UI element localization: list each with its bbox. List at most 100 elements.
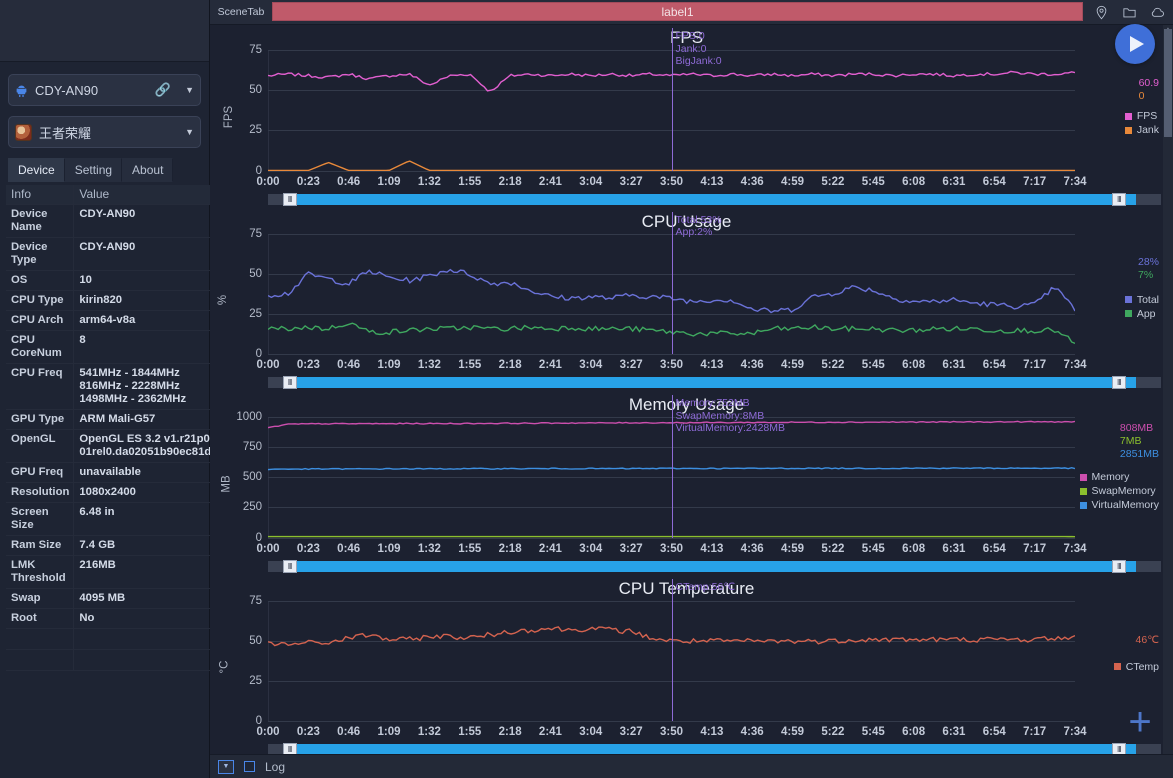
scene-label-bar[interactable]: label1 (272, 2, 1083, 21)
x-tick-label: 5:45 (861, 542, 885, 555)
time-slider-right-handle[interactable]: III (1111, 192, 1126, 206)
x-tick-label: 1:09 (377, 175, 401, 188)
sidebar-header (0, 0, 209, 62)
x-tick-label: 4:59 (781, 359, 805, 371)
x-tick-label: 4:59 (781, 175, 805, 188)
time-slider-left-handle[interactable]: III (282, 559, 297, 573)
x-tick-label: 1:32 (417, 359, 441, 371)
x-tick-label: 0:23 (296, 726, 320, 738)
info-key: OpenGL (6, 429, 75, 463)
time-slider[interactable]: III III (268, 192, 1161, 206)
add-button[interactable]: + (1123, 702, 1157, 742)
legend-swatch (1079, 473, 1087, 481)
android-icon (16, 85, 27, 97)
location-pin-icon[interactable] (1094, 5, 1109, 20)
x-tick-label: 5:22 (821, 542, 845, 555)
tab-about[interactable]: About (122, 158, 174, 182)
cursor-readout: FPS:0 Jank:0 BigJank:0 (676, 30, 722, 68)
info-key: CPU Type (6, 290, 75, 311)
time-slider-range[interactable] (296, 377, 1136, 388)
x-tick-label: 0:23 (296, 359, 320, 371)
time-slider-right-handle[interactable]: III (1111, 559, 1126, 573)
tab-setting[interactable]: Setting (64, 158, 123, 182)
plot-area: 0 250 500 750 1000 0:00 0:23 0:46 1:09 1:32 1:55 2:… (236, 395, 1087, 555)
tab-device[interactable]: Device (8, 158, 65, 182)
x-tick-label: 5:45 (861, 175, 885, 188)
x-tick-label: 4:13 (700, 359, 724, 371)
app-selector[interactable]: 王者荣耀 ▼ (8, 116, 201, 148)
play-button[interactable] (1115, 24, 1155, 64)
cursor-annotation: CTemp:56℃ (675, 580, 736, 593)
time-slider-range[interactable] (296, 193, 1136, 205)
current-value: 60.9 (1138, 77, 1159, 89)
x-tick-label: 6:54 (982, 175, 1006, 188)
x-tick-label: 6:54 (982, 359, 1006, 371)
current-values: 28% 7% (1138, 256, 1159, 282)
x-tick-label: 2:18 (498, 175, 522, 188)
cursor-readout: Total:53% App:2% (676, 214, 722, 239)
legend-label: Jank (1136, 124, 1159, 136)
legend-item[interactable]: CTemp (1113, 660, 1159, 674)
x-tick-label: 3:50 (659, 359, 684, 371)
legend-item[interactable]: VirtualMemory (1079, 498, 1159, 512)
x-tick-label: 4:13 (700, 175, 724, 188)
x-tick-label: 2:41 (538, 726, 562, 738)
cloud-icon[interactable] (1150, 5, 1165, 20)
cursor-line[interactable] (671, 578, 673, 721)
plot-area: 0 25 50 75 0:00 0:23 0:46 1:09 1:32 1:55 2:18 2:41 3… (249, 211, 1087, 371)
game-icon (15, 123, 32, 141)
x-tick-label: 3:04 (579, 726, 603, 738)
log-checkbox[interactable] (244, 761, 255, 772)
folder-icon[interactable] (1122, 5, 1137, 20)
cursor-line[interactable] (671, 211, 673, 354)
app-selector-label: 王者荣耀 (39, 125, 92, 141)
info-key: CPU Arch (6, 310, 75, 331)
cursor-readout: CTemp:56℃ (676, 581, 736, 594)
x-tick-label: 3:04 (579, 175, 603, 188)
gridline (268, 537, 1075, 539)
x-tick-label: 0:23 (296, 542, 320, 555)
vertical-scrollbar[interactable]: ▲ (1163, 25, 1173, 754)
chevron-down-icon[interactable]: ▼ (185, 127, 194, 137)
current-value: 2851MB (1119, 448, 1159, 460)
y-tick-label: 50 (249, 634, 262, 647)
legend-item[interactable]: FPS (1124, 109, 1159, 123)
legend-item[interactable]: Jank (1124, 123, 1159, 137)
time-slider-right-handle[interactable]: III (1111, 376, 1126, 389)
x-tick-label: 6:08 (902, 542, 926, 555)
chart-legend: Total App (1124, 293, 1159, 321)
x-tick-label: 2:18 (498, 359, 522, 371)
x-tick-label: 7:34 (1063, 726, 1087, 738)
x-tick-label: 4:13 (700, 726, 724, 738)
scene-tab-label: SceneTab (210, 0, 272, 24)
x-tick-label: 1:09 (377, 542, 401, 555)
main-panel: SceneTab label1 FPS FPS 0 25 50 75 0:00 0:23 0:4… (210, 0, 1173, 778)
time-slider[interactable]: III III (268, 376, 1161, 389)
legend-item[interactable]: Memory (1079, 470, 1160, 484)
link-icon[interactable]: 🔗 (155, 82, 171, 98)
legend-item[interactable]: Total (1124, 293, 1159, 307)
x-tick-label: 1:55 (458, 726, 482, 738)
time-slider-left-handle[interactable]: III (282, 376, 297, 389)
x-tick-label: 0:46 (337, 359, 361, 371)
chart-fps: FPS FPS 0 25 50 75 0:00 0:23 0:46 1:09 1:32 1:55 2:1… (210, 25, 1163, 209)
legend-item[interactable]: SwapMemory (1079, 484, 1160, 498)
cursor-line[interactable] (671, 395, 673, 538)
legend-label: FPS (1136, 110, 1158, 122)
bottom-bar: ▼ Log (210, 754, 1173, 778)
y-tick-label: 75 (249, 594, 262, 607)
log-dropdown-button[interactable]: ▼ (218, 759, 234, 774)
legend-item[interactable]: App (1124, 307, 1159, 321)
time-slider-range[interactable] (296, 560, 1136, 572)
time-slider[interactable]: III III (268, 559, 1161, 573)
time-slider-left-handle[interactable]: III (282, 192, 297, 206)
cursor-line[interactable] (671, 28, 673, 171)
device-selector[interactable]: CDY-AN90 🔗 ▼ (8, 74, 201, 106)
scrollbar-thumb[interactable] (1164, 29, 1172, 137)
chart-cpu-temperature: CPU Temperature °C 0 25 50 75 0:00 0:23 0:46 1:09… (210, 576, 1163, 760)
chevron-down-icon[interactable]: ▼ (185, 85, 194, 95)
col-info: Info (6, 185, 75, 205)
legend-swatch (1079, 501, 1087, 509)
x-tick-label: 6:08 (902, 359, 926, 371)
x-tick-label: 3:27 (619, 542, 643, 555)
